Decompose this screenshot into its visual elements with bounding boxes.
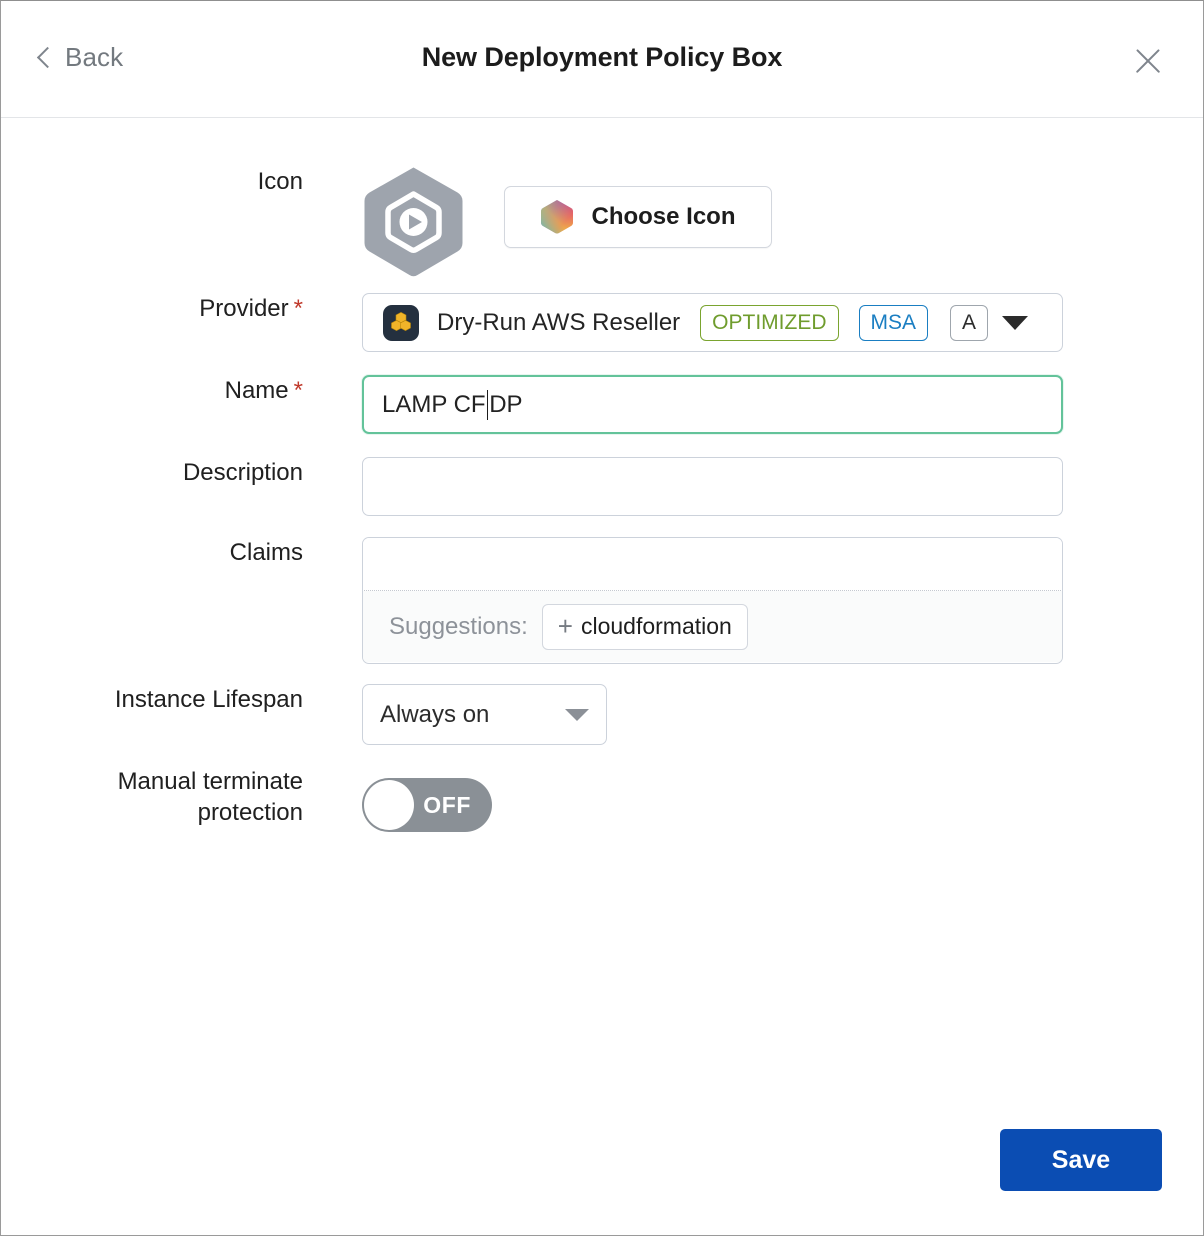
form-row-description: Description [1,457,1203,516]
save-button[interactable]: Save [1000,1129,1162,1191]
badge-optimized: OPTIMIZED [700,304,839,341]
text-caret [486,389,489,420]
manual-terminate-protection-toggle[interactable]: OFF [362,778,492,832]
claims-input[interactable] [363,538,1062,590]
name-required-marker: * [293,377,303,404]
badge-truncated: A [950,304,989,341]
toggle-knob [364,780,414,830]
name-label: Name * [1,375,303,406]
manual-terminate-protection-label-line2: protection [197,799,303,826]
chevron-down-icon [565,708,589,721]
description-label: Description [182,459,303,486]
claims-suggestions: Suggestions: + cloudformation [363,591,1062,662]
claims-label: Claims [229,539,303,566]
form-row-name: Name * LAMP CF DP [1,375,1203,434]
form-row-manual-terminate-protection: Manual terminate protection OFF [1,766,1203,832]
suggestion-chip-cloudformation[interactable]: + cloudformation [541,603,748,650]
provider-required-marker: * [293,295,303,322]
provider-select[interactable]: Dry-Run AWS Reseller OPTIMIZED MSA A [362,293,1063,352]
description-input[interactable] [362,457,1063,516]
dialog-body: Icon Choose Icon Provider * Dry-Run AWS … [1,118,1203,1235]
color-wheel-hexagon-icon [541,200,574,234]
provider-label: Provider * [1,293,303,324]
suggestions-label: Suggestions: [389,612,528,640]
choose-icon-button-label: Choose Icon [591,203,736,230]
manual-terminate-protection-label-line1: Manual terminate [117,768,303,795]
manual-terminate-protection-label: Manual terminate protection [1,766,303,828]
claims-field: Suggestions: + cloudformation [362,537,1063,664]
icon-label: Icon [257,168,303,195]
provider-value: Dry-Run AWS Reseller [437,308,681,336]
form-row-claims: Claims Suggestions: + cloudformation [1,537,1203,664]
cubes-logo-icon [383,304,419,341]
form-row-provider: Provider * Dry-Run AWS Reseller OPTIMIZE… [1,293,1203,352]
provider-label-text: Provider [199,295,289,322]
instance-lifespan-select[interactable]: Always on [362,684,607,745]
badge-msa: MSA [858,304,929,341]
name-input[interactable]: LAMP CF DP [362,375,1063,434]
page-title: New Deployment Policy Box [421,42,783,72]
name-input-value-after-caret: DP [489,390,523,418]
name-label-text: Name [224,377,289,404]
form-row-icon: Icon Choose Icon [1,166,1203,278]
name-input-value-before-caret: LAMP CF [382,390,486,418]
instance-lifespan-label: Instance Lifespan [114,686,303,713]
plus-icon: + [557,610,573,641]
toggle-state-label: OFF [423,791,471,818]
dialog-window: Back New Deployment Policy Box Icon Choo… [0,0,1204,1236]
instance-lifespan-value: Always on [380,700,490,728]
form-row-instance-lifespan: Instance Lifespan Always on [1,684,1203,745]
close-icon[interactable] [1126,39,1170,83]
hexagon-play-icon [362,166,465,278]
chevron-down-icon[interactable] [1002,315,1029,330]
choose-icon-button[interactable]: Choose Icon [504,186,772,248]
dialog-titlebar: Back New Deployment Policy Box [1,1,1203,118]
suggestion-chip-label: cloudformation [580,613,732,639]
